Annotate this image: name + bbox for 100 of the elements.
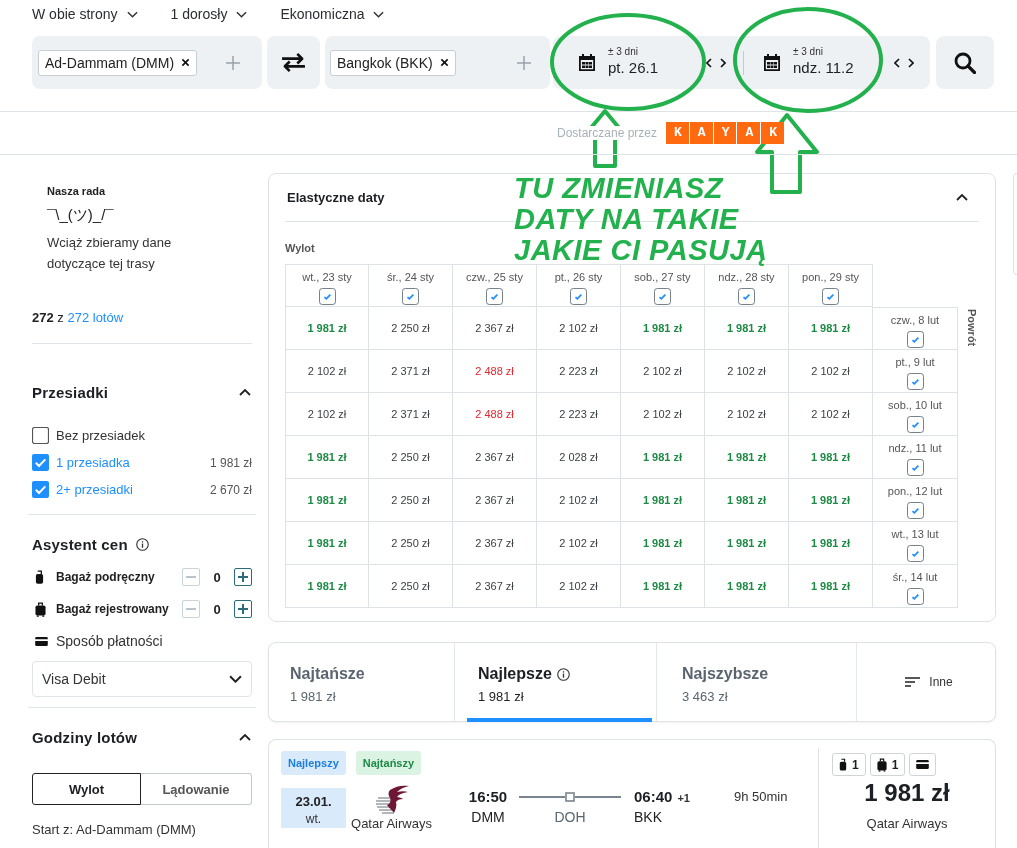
next-date-button[interactable]	[907, 55, 915, 70]
previous-date-button[interactable]	[705, 55, 713, 70]
price-cell[interactable]: 2 102 zł	[537, 479, 621, 522]
price-cell[interactable]: 1 981 zł	[705, 436, 789, 479]
stop-airport-code: DOH	[554, 808, 586, 826]
price-cell[interactable]: 2 250 zł	[369, 436, 453, 479]
price-cell[interactable]: 2 102 zł	[621, 350, 705, 393]
checkbox[interactable]	[318, 288, 336, 305]
next-date-button[interactable]	[719, 55, 727, 70]
sort-tab[interactable]: Najtańsze 1 981 zł	[269, 643, 454, 721]
price-cell[interactable]: 1 981 zł	[285, 436, 369, 479]
trip-option-dropdown[interactable]: Ekonomiczna	[280, 5, 385, 23]
more-sort-button[interactable]: Inne	[856, 643, 995, 721]
checkbox[interactable]	[486, 288, 503, 305]
price-cell[interactable]: 1 981 zł	[621, 307, 705, 350]
price-cell[interactable]: 2 371 zł	[369, 393, 453, 436]
date-field[interactable]: ± 3 dni pt. 26.1 ± 3 dni ndz. 11.2	[553, 36, 930, 89]
price-cell[interactable]: 1 981 zł	[705, 522, 789, 565]
chevron-up-icon[interactable]	[239, 388, 251, 396]
checkbox[interactable]	[906, 459, 924, 476]
price-cell[interactable]: 2 102 zł	[789, 393, 873, 436]
checkbox[interactable]	[906, 502, 924, 519]
price-cell[interactable]: 1 981 zł	[789, 565, 873, 608]
sort-tab[interactable]: Najszybsze 3 463 zł	[656, 643, 856, 721]
checkbox[interactable]	[402, 288, 419, 305]
price-cell[interactable]: 1 981 zł	[789, 307, 873, 350]
price-cell[interactable]: 1 981 zł	[789, 436, 873, 479]
checkbox[interactable]	[906, 416, 924, 433]
price-cell[interactable]: 1 981 zł	[285, 522, 369, 565]
price-cell[interactable]: 1 981 zł	[705, 565, 789, 608]
flight-result-card[interactable]: Najlepszy Najtańszy 23.01. wt. Qatar Airways 16:50 DMM DOH 06:40 +1 BKK 9h 50min 1 1 1 981 zł Qatar Airways	[268, 739, 996, 848]
segment-button[interactable]: Lądowanie	[141, 773, 252, 805]
swap-button[interactable]	[267, 36, 320, 89]
checkbox[interactable]	[654, 288, 671, 305]
price-cell[interactable]: 2 102 zł	[537, 565, 621, 608]
price-cell[interactable]: 2 102 zł	[621, 393, 705, 436]
price-cell[interactable]: 2 488 zł	[453, 393, 537, 436]
previous-date-button[interactable]	[893, 55, 901, 70]
price-cell[interactable]: 2 250 zł	[369, 522, 453, 565]
fee-count: 1	[852, 757, 859, 772]
price-cell[interactable]: 2 102 zł	[705, 393, 789, 436]
price-cell[interactable]: 1 981 zł	[705, 307, 789, 350]
calendar-icon	[578, 53, 596, 72]
price-cell[interactable]: 1 981 zł	[705, 479, 789, 522]
sort-tab[interactable]: Najlepsze 1 981 zł	[454, 643, 656, 721]
filter-option-label[interactable]: Bez przesiadek	[56, 428, 145, 443]
trip-option-dropdown[interactable]: 1 dorosły	[170, 5, 248, 23]
price-cell[interactable]: 1 981 zł	[621, 522, 705, 565]
checkbox[interactable]	[822, 288, 839, 305]
price-cell[interactable]: 2 250 zł	[369, 307, 453, 350]
price-cell[interactable]: 1 981 zł	[789, 522, 873, 565]
price-cell[interactable]: 2 371 zł	[369, 350, 453, 393]
info-icon[interactable]	[135, 537, 149, 551]
info-icon[interactable]	[556, 667, 570, 681]
price-cell[interactable]: 2 102 zł	[705, 350, 789, 393]
increase-button[interactable]	[234, 568, 252, 586]
price-cell[interactable]: 1 981 zł	[285, 307, 369, 350]
price-cell[interactable]: 2 250 zł	[369, 565, 453, 608]
price-cell[interactable]: 2 367 zł	[453, 479, 537, 522]
checkbox[interactable]	[906, 588, 924, 605]
price-cell[interactable]: 2 102 zł	[285, 350, 369, 393]
increase-button[interactable]	[234, 600, 252, 618]
price-cell[interactable]: 1 981 zł	[621, 565, 705, 608]
checkbox[interactable]	[906, 545, 924, 562]
price-cell[interactable]: 2 223 zł	[537, 350, 621, 393]
price-cell[interactable]: 1 981 zł	[621, 479, 705, 522]
price-cell[interactable]: 2 367 zł	[453, 565, 537, 608]
price-cell[interactable]: 1 981 zł	[285, 565, 369, 608]
search-button[interactable]	[936, 36, 994, 89]
remove-icon[interactable]	[439, 58, 449, 67]
checkbox[interactable]	[738, 288, 755, 305]
option-price: 1 981 zł	[209, 455, 252, 470]
price-cell[interactable]: 2 102 zł	[537, 307, 621, 350]
price-cell[interactable]: 1 981 zł	[789, 479, 873, 522]
price-cell[interactable]: 2 367 zł	[453, 436, 537, 479]
checkbox[interactable]	[32, 481, 49, 498]
price-cell[interactable]: 2 367 zł	[453, 307, 537, 350]
checkbox[interactable]	[906, 331, 924, 348]
price-cell[interactable]: 2 488 zł	[453, 350, 537, 393]
price-cell[interactable]: 2 250 zł	[369, 479, 453, 522]
origin-field[interactable]: Ad-Dammam (DMM)	[32, 36, 262, 89]
price-cell[interactable]: 2 223 zł	[537, 393, 621, 436]
checkbox[interactable]	[32, 427, 49, 444]
segment-button[interactable]: Wylot	[32, 773, 141, 805]
price-cell[interactable]: 2 102 zł	[537, 522, 621, 565]
price-cell[interactable]: 1 981 zł	[285, 479, 369, 522]
price-cell[interactable]: 2 367 zł	[453, 522, 537, 565]
remove-icon[interactable]	[181, 58, 191, 67]
chevron-up-icon[interactable]	[239, 733, 251, 741]
price-cell[interactable]: 2 102 zł	[789, 350, 873, 393]
price-cell[interactable]: 2 028 zł	[537, 436, 621, 479]
payment-select[interactable]: Visa Debit	[32, 661, 252, 697]
checkbox[interactable]	[32, 454, 49, 471]
chevron-up-icon[interactable]	[956, 194, 968, 201]
checkbox[interactable]	[570, 288, 587, 305]
price-cell[interactable]: 2 102 zł	[285, 393, 369, 436]
checkbox[interactable]	[906, 373, 924, 390]
trip-option-dropdown[interactable]: W obie strony	[32, 5, 138, 23]
destination-field[interactable]: Bangkok (BKK)	[325, 36, 550, 89]
price-cell[interactable]: 1 981 zł	[621, 436, 705, 479]
